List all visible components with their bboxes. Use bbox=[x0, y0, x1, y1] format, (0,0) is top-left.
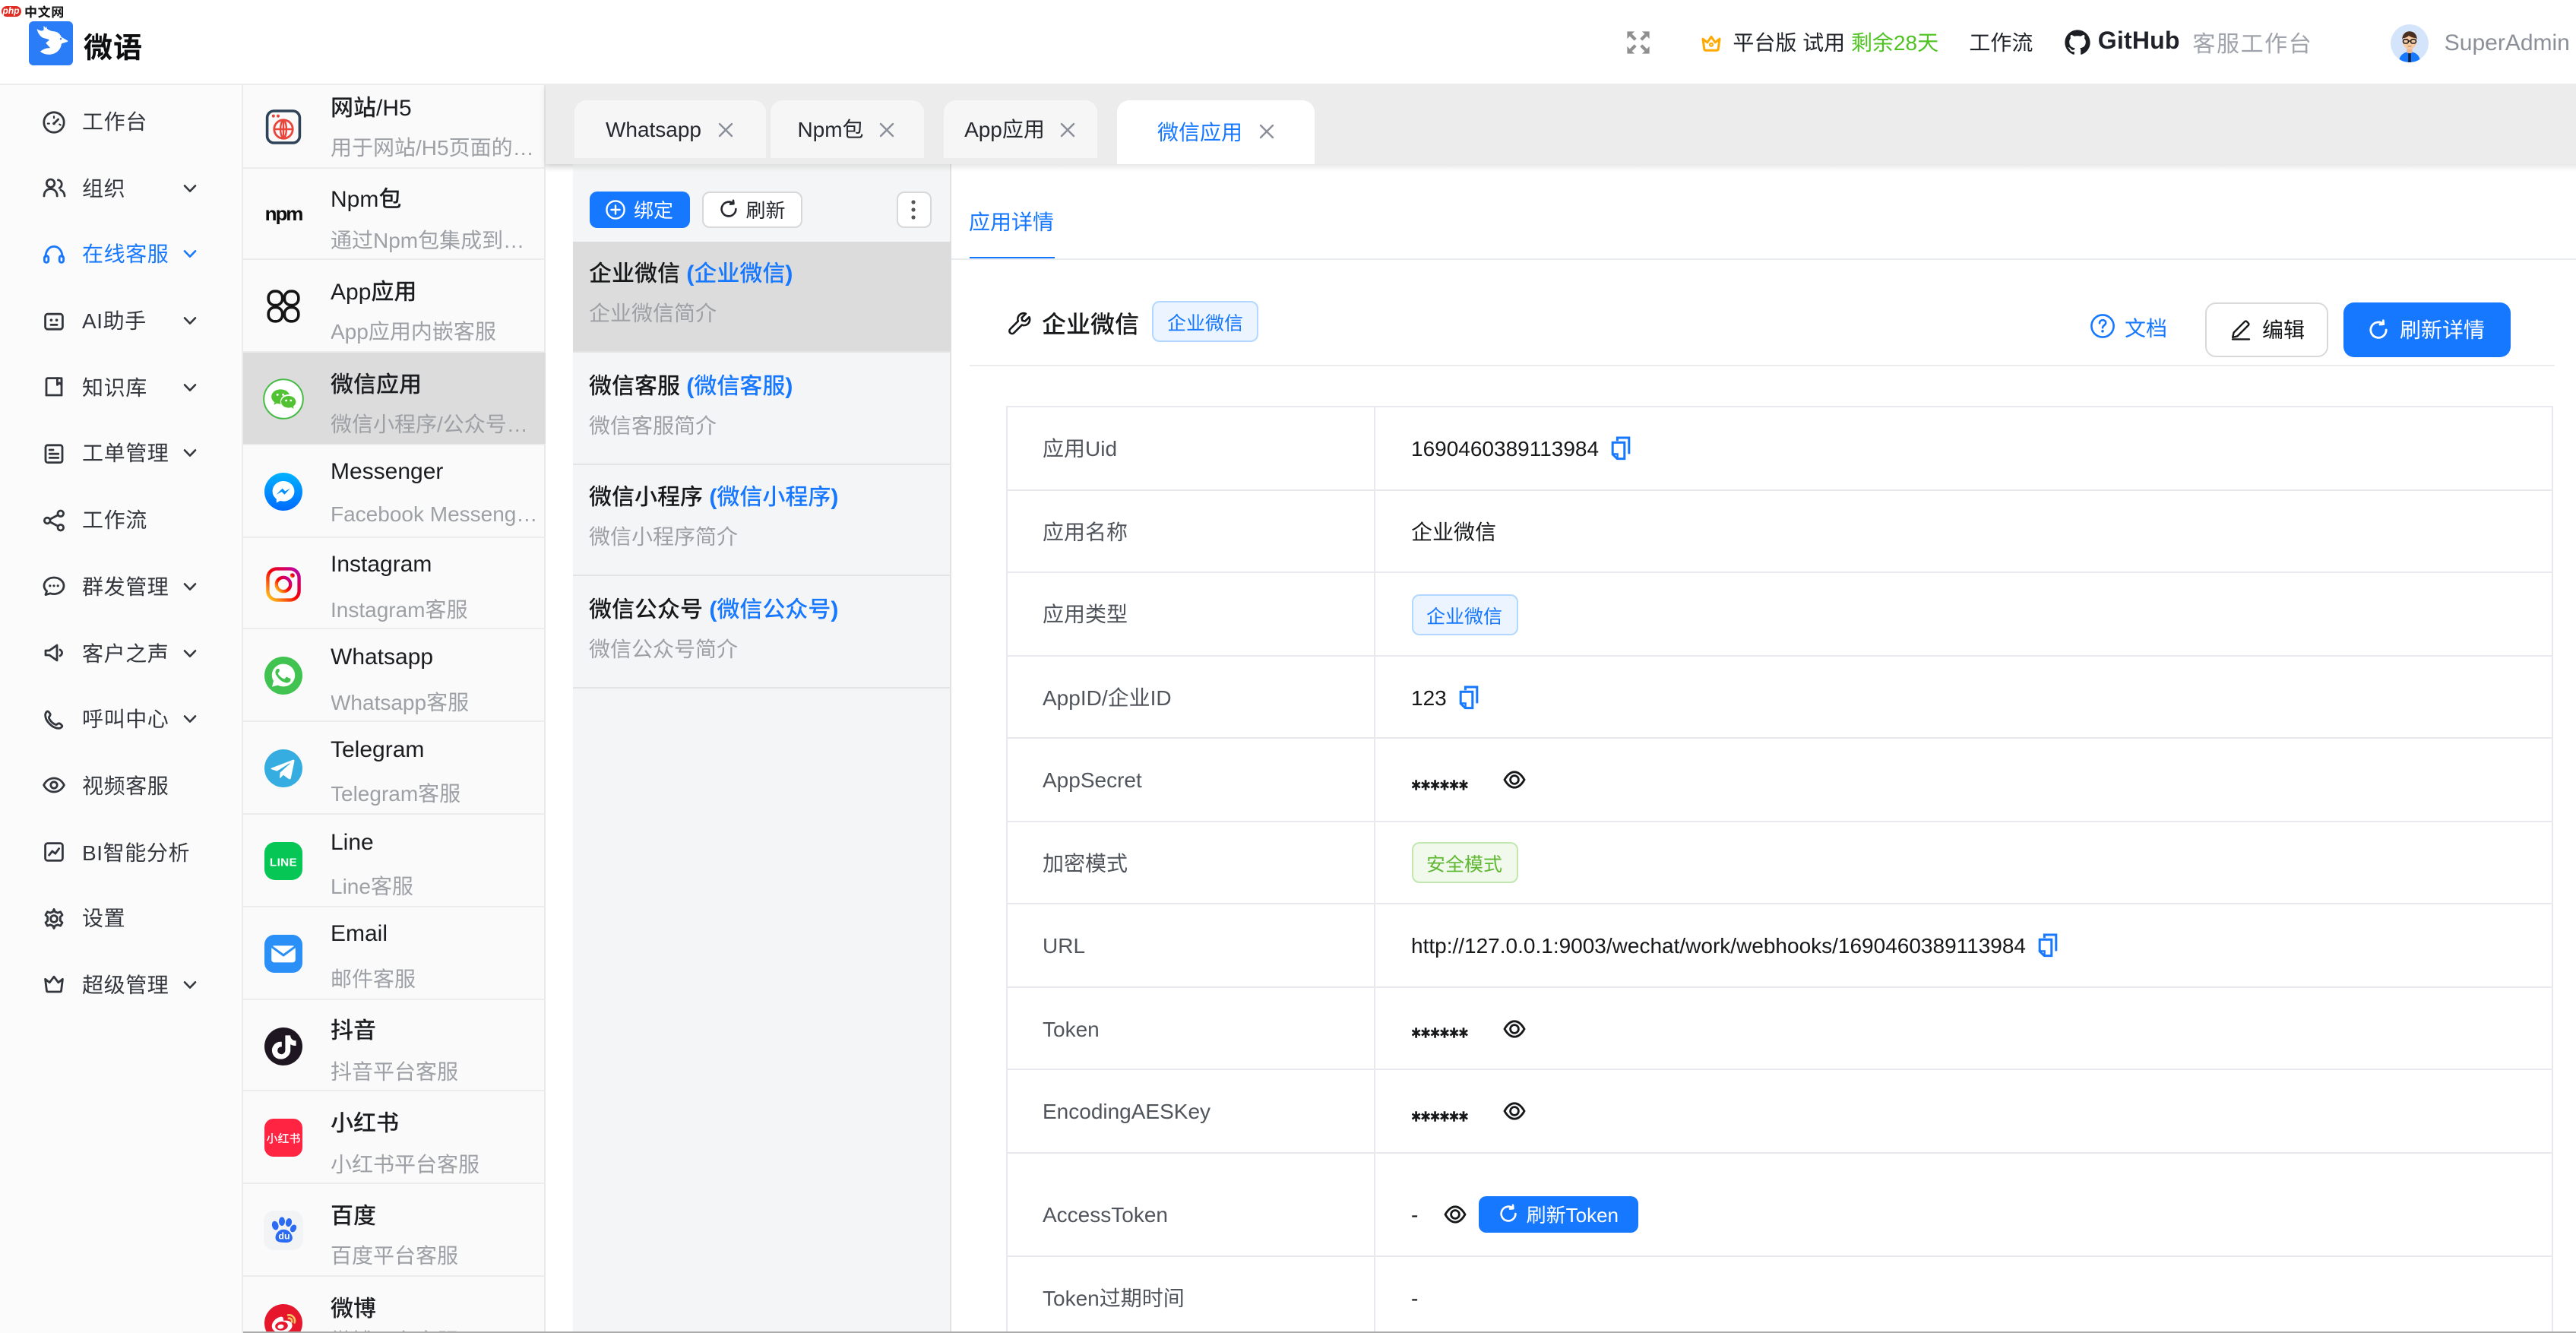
svg-text:npm: npm bbox=[264, 204, 302, 225]
svg-text:小红书: 小红书 bbox=[265, 1131, 299, 1147]
svg-text:du: du bbox=[277, 1231, 289, 1242]
svg-text:LINE: LINE bbox=[269, 856, 296, 869]
